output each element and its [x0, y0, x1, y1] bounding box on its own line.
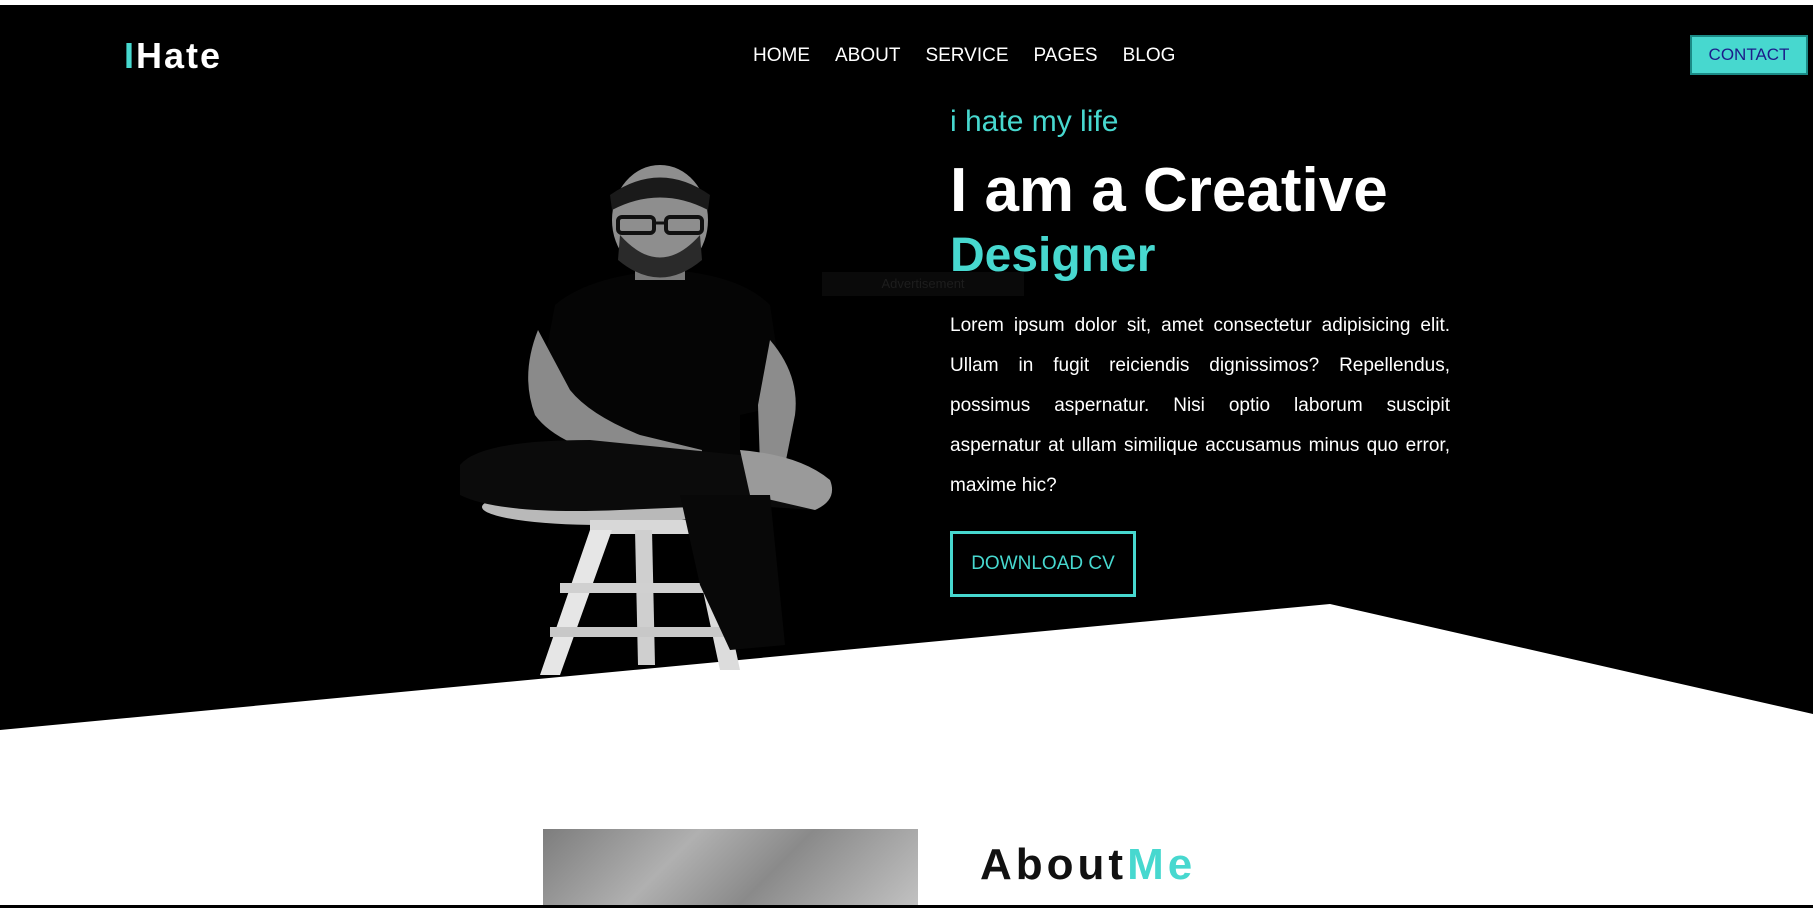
about-image	[543, 829, 918, 908]
hero-headline: I am a Creative	[950, 156, 1388, 225]
nav-link-pages[interactable]: PAGES	[1034, 45, 1098, 67]
hero-tagline: i hate my life	[950, 105, 1119, 138]
hero-photo	[460, 165, 833, 675]
about-title-accent: Me	[1127, 840, 1197, 889]
about-title: AboutMe	[980, 840, 1196, 890]
about-title-text: About	[980, 840, 1128, 889]
hero-headline-accent: Designer	[950, 229, 1156, 282]
main-menu: HOME ABOUT SERVICE PAGES BLOG	[753, 45, 1200, 67]
nav-link-blog[interactable]: BLOG	[1123, 45, 1176, 67]
nav-link-about[interactable]: ABOUT	[835, 45, 900, 67]
nav-link-service[interactable]: SERVICE	[925, 45, 1008, 67]
site-logo[interactable]: IHate	[124, 35, 222, 77]
hero-text-block: i hate my life I am a Creative Designer …	[950, 105, 1450, 597]
logo-text: Hate	[136, 35, 223, 76]
download-cv-button[interactable]: DOWNLOAD CV	[950, 531, 1136, 597]
top-navigation: IHate HOME ABOUT SERVICE PAGES BLOG CONT…	[0, 5, 1813, 105]
logo-accent-letter: I	[124, 35, 137, 76]
contact-button[interactable]: CONTACT	[1690, 35, 1808, 75]
nav-link-home[interactable]: HOME	[753, 45, 810, 67]
hero-intro-paragraph: Lorem ipsum dolor sit, amet consectetur …	[950, 315, 1450, 496]
